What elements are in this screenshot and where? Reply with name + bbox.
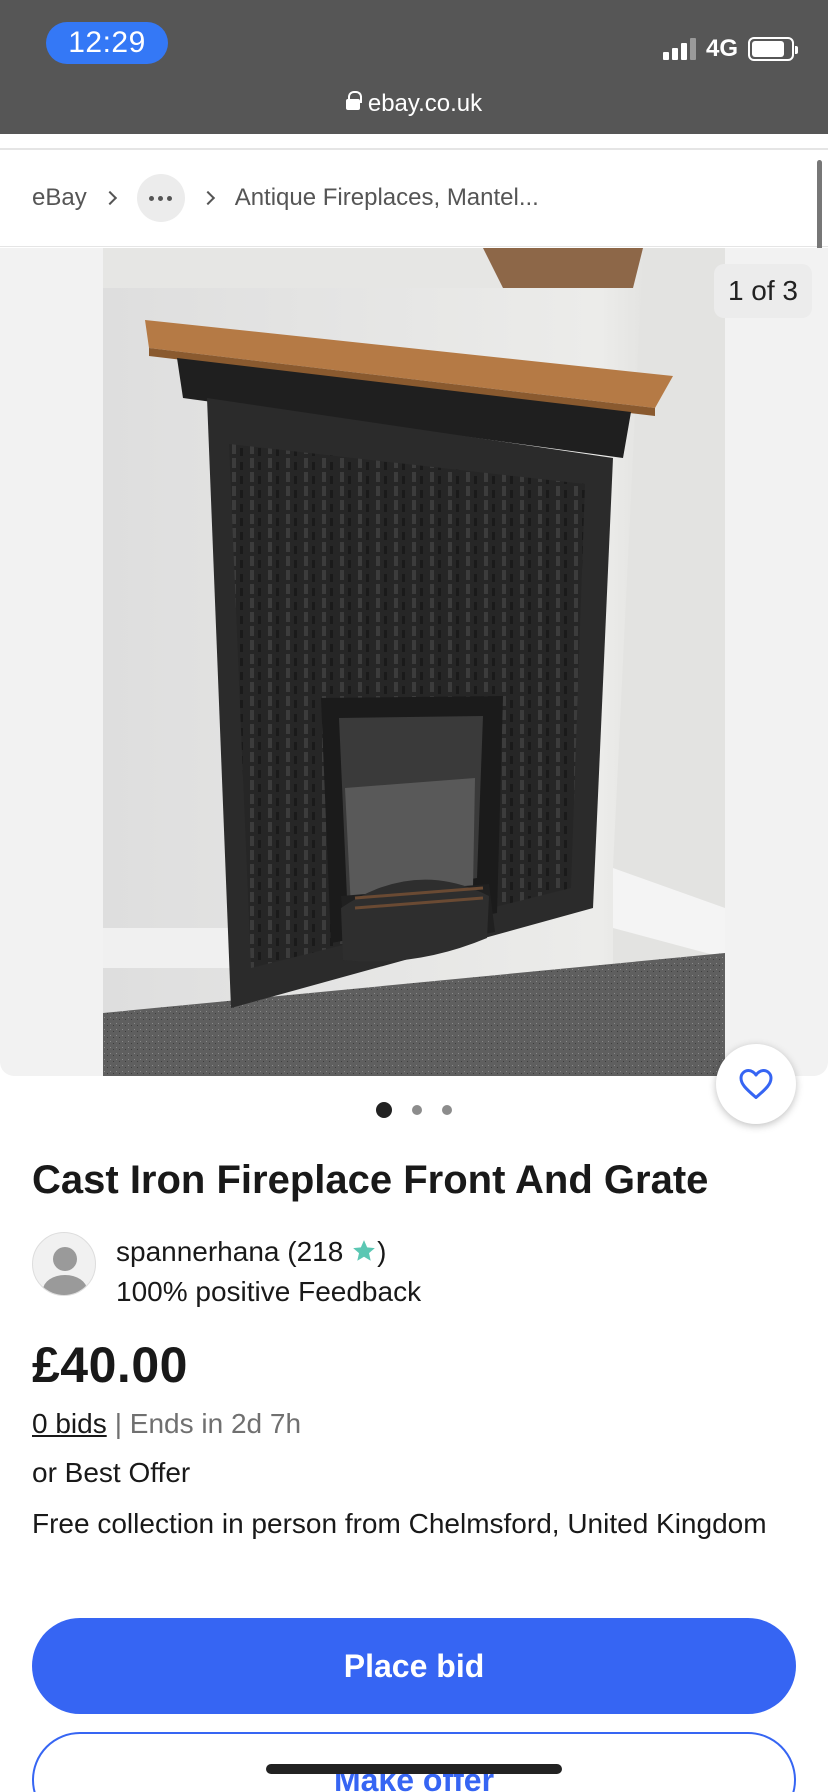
item-photo[interactable] [103,248,725,1076]
seller-close-paren: ) [377,1236,387,1267]
battery-icon [748,37,798,61]
home-indicator [266,1764,562,1774]
divider [0,246,828,247]
breadcrumb-ebay-link[interactable]: eBay [32,184,87,212]
seller-name[interactable]: spannerhana (218 [116,1236,343,1267]
seller-avatar[interactable] [32,1232,96,1296]
chevron-right-icon [102,190,117,206]
make-offer-button[interactable]: Make offer [32,1732,796,1792]
place-bid-button[interactable]: Place bid [32,1618,796,1714]
bids-line: 0 bids | Ends in 2d 7h [32,1408,301,1440]
best-offer-text: or Best Offer [32,1457,191,1488]
seller-feedback: 100% positive Feedback [116,1276,422,1307]
collection-info: Free collection in person from Chelmsfor… [32,1508,767,1539]
pagination-dot[interactable] [442,1105,452,1115]
breadcrumb-more-button[interactable] [136,174,185,222]
gallery-pagination [0,1102,828,1118]
network-type: 4G [705,35,738,62]
image-counter: 1 of 3 [713,264,812,318]
cellular-signal-icon [662,38,696,60]
heart-icon [739,1069,773,1099]
item-price: £40.00 [32,1337,188,1393]
seller-line[interactable]: spannerhana (218 ) [116,1232,421,1272]
url-bar[interactable]: ebay.co.uk [0,86,828,122]
bids-link[interactable]: 0 bids [32,1408,107,1440]
lock-icon [345,91,362,114]
status-indicators: 4G [662,34,798,64]
divider [0,148,828,150]
ellipsis-icon [149,195,155,201]
time-left: | Ends in 2d 7h [114,1408,302,1439]
seller-info[interactable]: spannerhana (218 ) 100% positive Feedbac… [32,1232,421,1312]
url-text: ebay.co.uk [367,90,483,117]
image-gallery[interactable]: 1 of 3 [0,248,828,1076]
breadcrumb-category-link[interactable]: Antique Fireplaces, Mantel... [235,184,539,212]
breadcrumb: eBay Antique Fireplaces, Mantel... [32,170,539,226]
browser-chrome: 12:29 4G ebay.co.uk [0,0,828,134]
pagination-dot-active[interactable] [376,1102,392,1118]
status-time: 12:29 [46,22,168,64]
item-title: Cast Iron Fireplace Front And Grate [32,1158,709,1202]
pagination-dot[interactable] [412,1105,422,1115]
star-icon [353,1240,375,1261]
chevron-right-icon [200,190,215,206]
